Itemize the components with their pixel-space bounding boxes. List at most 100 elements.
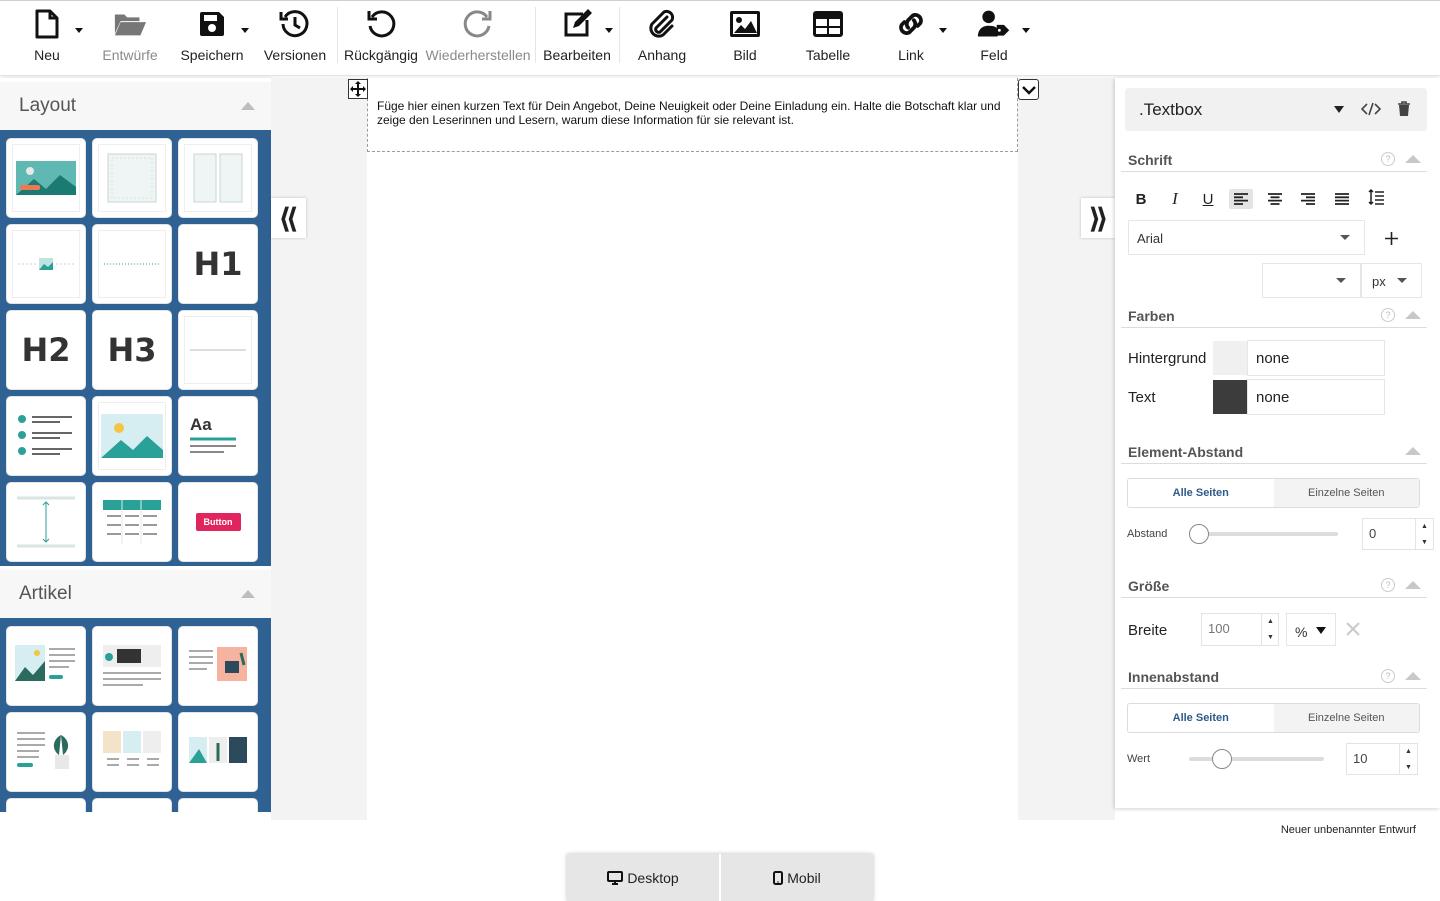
save-button[interactable]: Speichern	[180, 7, 244, 71]
collapse-up-icon[interactable]	[1405, 447, 1421, 455]
link-dropdown-icon[interactable]	[938, 25, 948, 35]
help-icon[interactable]: ?	[1381, 308, 1395, 322]
link-button[interactable]: Link	[887, 7, 935, 71]
field-button[interactable]: Feld	[972, 7, 1016, 71]
stepper-down-icon[interactable]: ▼	[1262, 630, 1279, 647]
block-button[interactable]: Button	[178, 482, 258, 562]
article-more-3[interactable]	[178, 798, 258, 812]
font-family-select[interactable]: Arial	[1128, 220, 1365, 255]
redo-button[interactable]: Wiederherstellen	[425, 7, 531, 71]
table-button[interactable]: Tabelle	[801, 7, 855, 71]
article-three-images[interactable]	[92, 712, 172, 792]
block-small-image[interactable]	[6, 224, 86, 304]
width-stepper[interactable]: ▲ ▼	[1261, 613, 1279, 646]
font-section-header[interactable]: Schrift ?	[1121, 148, 1427, 172]
padding-stepper[interactable]: ▲ ▼	[1399, 743, 1417, 775]
stepper-up-icon[interactable]: ▲	[1400, 743, 1417, 759]
block-heading-2[interactable]: H2	[6, 310, 86, 390]
spacing-slider-track[interactable]	[1189, 532, 1338, 536]
align-right-button[interactable]	[1296, 189, 1320, 209]
line-height-button[interactable]	[1364, 187, 1388, 207]
element-type-dropdown-icon[interactable]	[1334, 106, 1344, 113]
clear-width-icon[interactable]	[1345, 621, 1361, 637]
align-center-button[interactable]	[1263, 189, 1287, 209]
collapse-up-icon[interactable]	[1405, 311, 1421, 319]
block-hero-image[interactable]	[6, 138, 86, 218]
collapse-left-panel-button[interactable]: ⟪	[271, 198, 306, 238]
colors-section-header[interactable]: Farben ?	[1121, 304, 1427, 328]
article-more-2[interactable]	[92, 798, 172, 812]
collapse-up-icon[interactable]	[1405, 155, 1421, 163]
font-size-select[interactable]	[1262, 263, 1361, 298]
background-color-swatch[interactable]	[1213, 341, 1247, 375]
versions-button[interactable]: Versionen	[263, 7, 327, 71]
edit-button[interactable]: Bearbeiten	[543, 7, 611, 71]
image-button[interactable]: Bild	[720, 7, 770, 71]
undo-button[interactable]: Rückgängig	[344, 7, 418, 71]
stepper-up-icon[interactable]: ▲	[1262, 613, 1279, 630]
layout-section-header[interactable]: Layout	[0, 82, 271, 130]
block-two-columns[interactable]	[178, 138, 258, 218]
collapse-right-panel-button[interactable]: ⟫	[1081, 198, 1116, 238]
padding-single-sides-button[interactable]: Einzelne Seiten	[1273, 704, 1419, 732]
underline-button[interactable]: U	[1196, 189, 1220, 209]
block-heading-3[interactable]: H3	[92, 310, 172, 390]
align-left-button[interactable]	[1229, 189, 1253, 209]
new-button[interactable]: Neu	[20, 7, 74, 71]
collapse-up-icon[interactable]	[241, 102, 255, 110]
article-image-top[interactable]	[92, 626, 172, 706]
help-icon[interactable]: ?	[1381, 578, 1395, 592]
attachment-button[interactable]: Anhang	[632, 7, 692, 71]
padding-slider-track[interactable]	[1189, 757, 1324, 761]
selected-textbox[interactable]: Füge hier einen kurzen Text für Dein Ang…	[367, 78, 1018, 152]
block-image[interactable]	[92, 396, 172, 476]
save-dropdown-icon[interactable]	[240, 25, 250, 35]
bold-button[interactable]: B	[1129, 189, 1153, 209]
article-image-left[interactable]	[6, 626, 86, 706]
article-gallery[interactable]	[178, 712, 258, 792]
block-text[interactable]: Aa	[178, 396, 258, 476]
drafts-button[interactable]: Entwürfe	[99, 7, 161, 71]
block-options-toggle[interactable]	[1018, 79, 1039, 100]
collapse-up-icon[interactable]	[1405, 581, 1421, 589]
article-more-1[interactable]	[6, 798, 86, 812]
spacing-single-sides-button[interactable]: Einzelne Seiten	[1273, 479, 1419, 507]
desktop-view-button[interactable]: Desktop	[567, 854, 719, 901]
field-dropdown-icon[interactable]	[1021, 25, 1031, 35]
width-unit-select[interactable]: %	[1286, 613, 1336, 646]
padding-slider-handle[interactable]	[1212, 749, 1232, 769]
stepper-up-icon[interactable]: ▲	[1416, 518, 1433, 534]
new-dropdown-icon[interactable]	[74, 25, 84, 35]
article-image-right[interactable]	[178, 626, 258, 706]
email-page[interactable]	[367, 78, 1018, 820]
element-type-header[interactable]: .Textbox	[1125, 88, 1427, 131]
help-icon[interactable]: ?	[1381, 669, 1395, 683]
block-separator-line[interactable]	[178, 310, 258, 390]
size-section-header[interactable]: Größe ?	[1121, 574, 1427, 598]
collapse-up-icon[interactable]	[1405, 672, 1421, 680]
block-heading-1[interactable]: H1	[178, 224, 258, 304]
spacing-all-sides-button[interactable]: Alle Seiten	[1128, 479, 1274, 507]
articles-section-header[interactable]: Artikel	[0, 570, 271, 618]
textbox-content[interactable]: Füge hier einen kurzen Text für Dein Ang…	[377, 99, 1001, 127]
mobile-view-button[interactable]: Mobil	[719, 854, 873, 901]
code-icon[interactable]	[1361, 102, 1381, 116]
collapse-up-icon[interactable]	[241, 590, 255, 598]
block-table[interactable]	[92, 482, 172, 562]
add-font-icon[interactable]	[1385, 232, 1398, 245]
article-plant-right[interactable]	[6, 712, 86, 792]
block-divider-dotted[interactable]	[92, 224, 172, 304]
spacing-section-header[interactable]: Element-Abstand	[1121, 440, 1427, 464]
stepper-down-icon[interactable]: ▼	[1416, 534, 1433, 550]
font-size-unit-select[interactable]: px	[1361, 263, 1422, 298]
background-color-input[interactable]: none	[1247, 340, 1385, 376]
padding-all-sides-button[interactable]: Alle Seiten	[1128, 704, 1274, 732]
move-handle[interactable]	[348, 79, 368, 99]
edit-dropdown-icon[interactable]	[604, 25, 614, 35]
spacing-slider-handle[interactable]	[1189, 524, 1209, 544]
block-spacer[interactable]	[6, 482, 86, 562]
text-color-swatch[interactable]	[1213, 380, 1247, 414]
italic-button[interactable]: I	[1163, 189, 1187, 209]
help-icon[interactable]: ?	[1381, 152, 1395, 166]
trash-icon[interactable]	[1397, 101, 1411, 117]
